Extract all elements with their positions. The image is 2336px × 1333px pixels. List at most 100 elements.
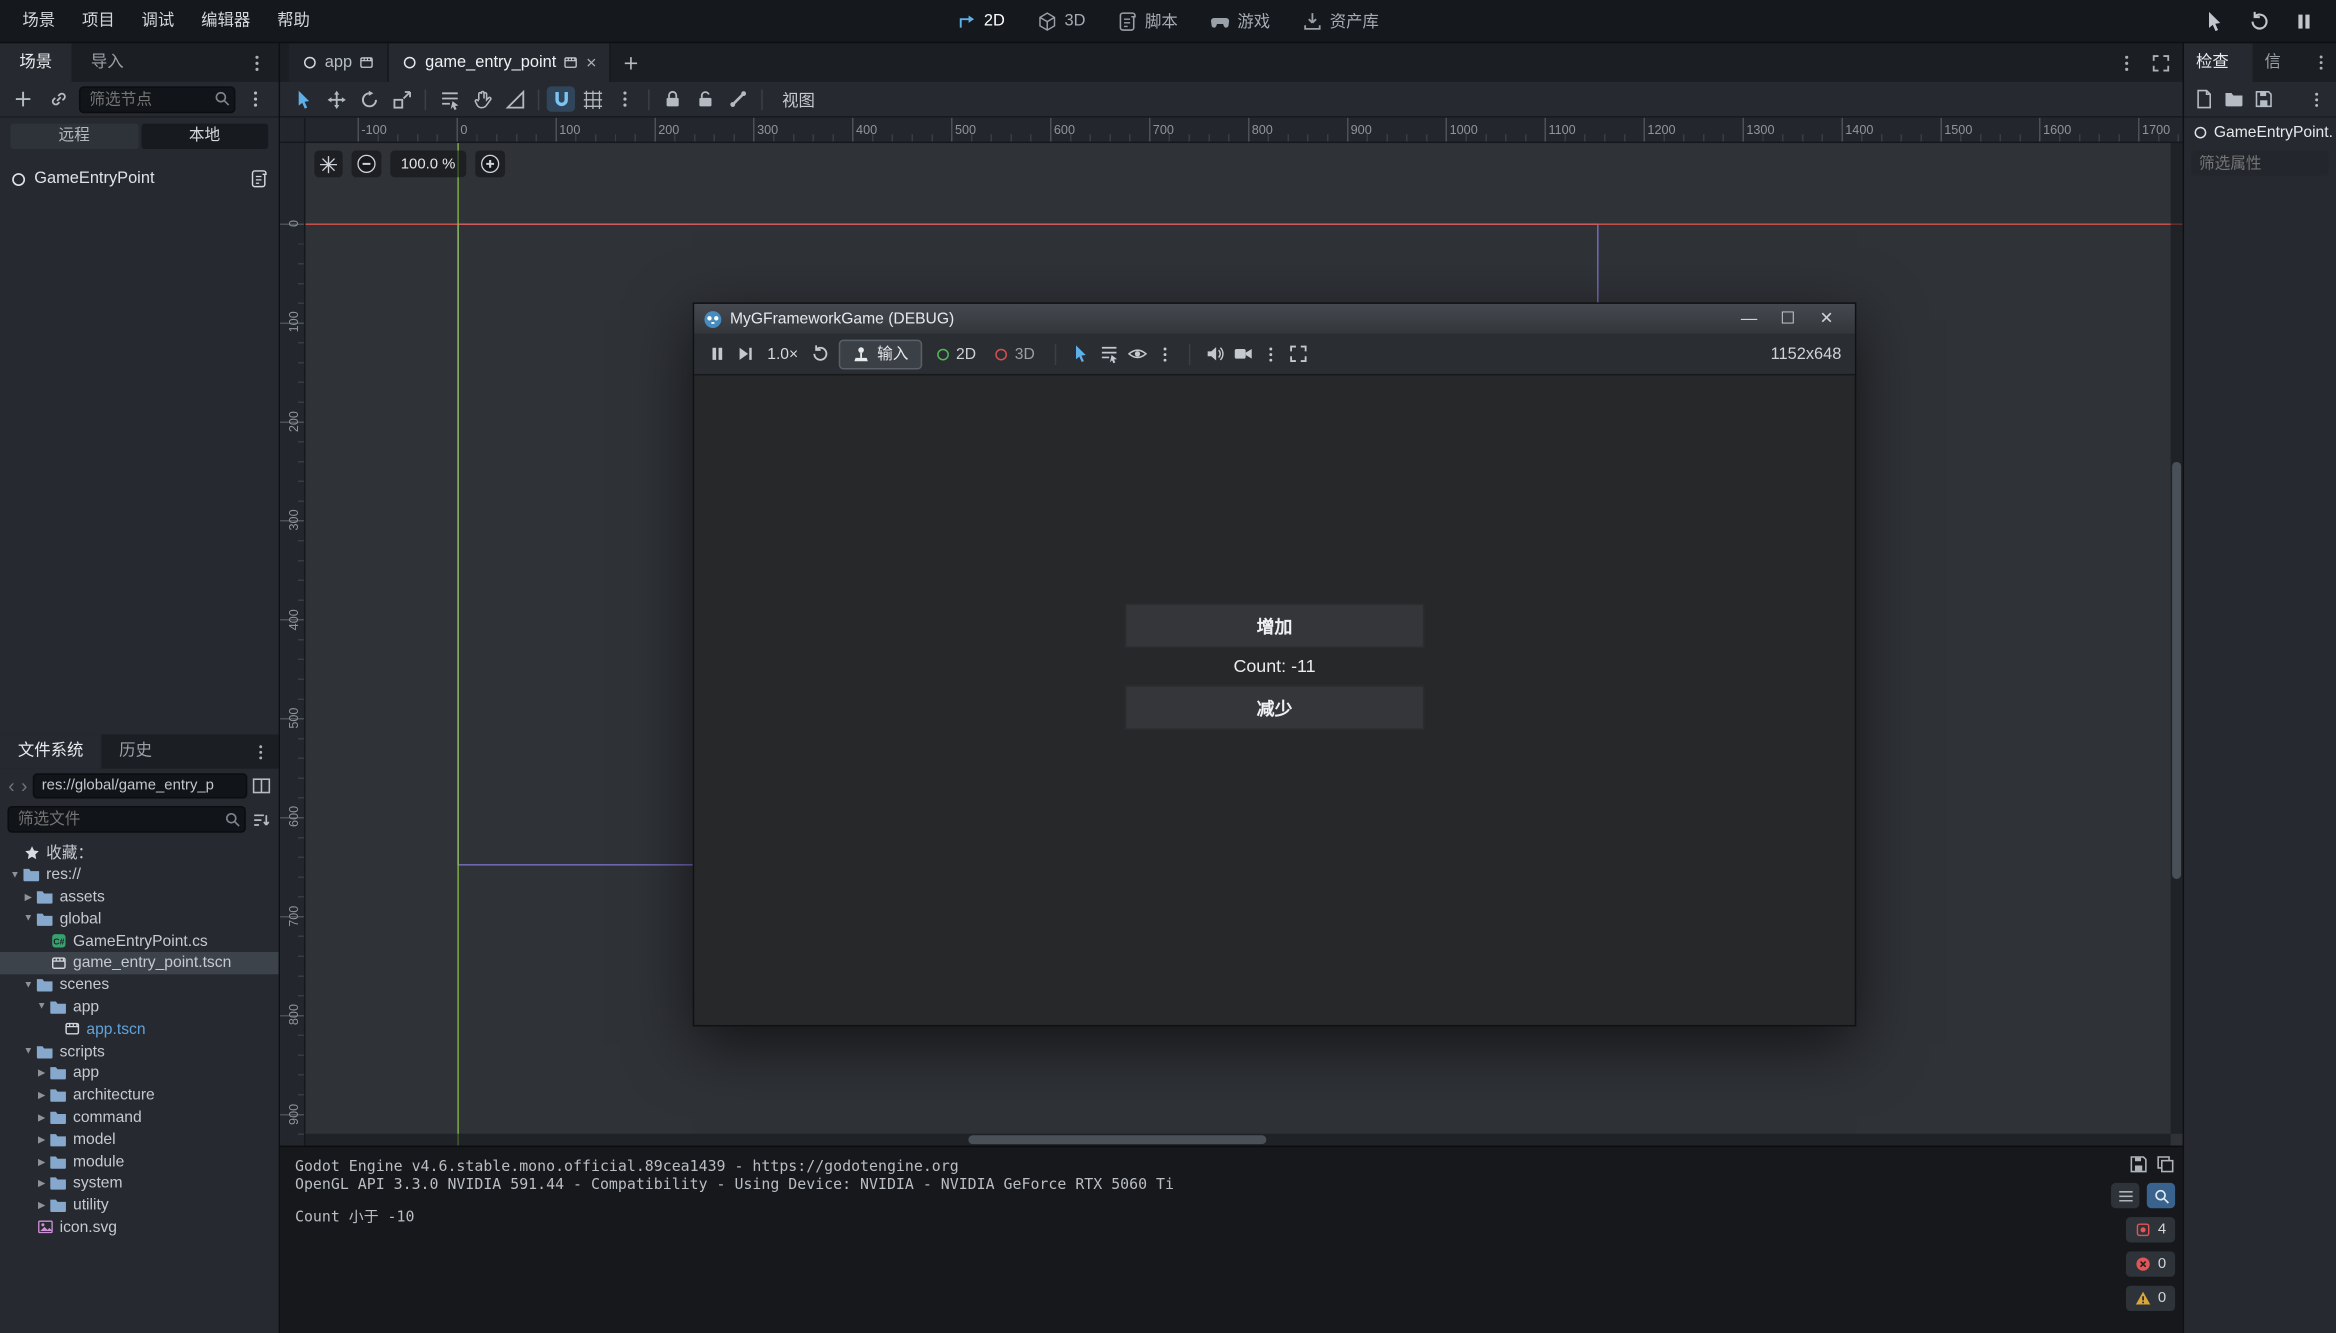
editor-2d-button[interactable]: 2D: [942, 4, 1020, 37]
pause-icon[interactable]: [2293, 10, 2315, 32]
output-search-icon[interactable]: [2147, 1183, 2175, 1208]
fs-item-icon-svg[interactable]: icon.svg: [0, 1216, 279, 1238]
distraction-free-icon[interactable]: [2151, 53, 2170, 72]
skeleton-bone-icon[interactable]: [723, 84, 754, 114]
fs-item-game-entry-point-tscn[interactable]: game_entry_point.tscn: [0, 952, 279, 974]
remote-tab[interactable]: 远程: [10, 124, 137, 149]
close-tab-icon[interactable]: ×: [586, 52, 596, 73]
tab-inspector[interactable]: 检查器: [2184, 43, 2253, 82]
chevron-down-icon[interactable]: ▼: [21, 1046, 36, 1056]
scale-tool-icon[interactable]: [386, 84, 417, 114]
editor-game-button[interactable]: 游戏: [1196, 4, 1285, 37]
scene-tab-game-entry-point[interactable]: game_entry_point ×: [389, 43, 611, 82]
inspector-menu-dots-icon[interactable]: [2308, 90, 2326, 108]
menu-editor[interactable]: 编辑器: [188, 0, 264, 42]
errors-badge[interactable]: 0: [2127, 1251, 2176, 1276]
warnings-badge[interactable]: 0: [2127, 1286, 2176, 1311]
fs-dock-menu-dots-icon[interactable]: [252, 743, 270, 761]
output-filter-list-icon[interactable]: [2111, 1183, 2139, 1208]
input-mode-button[interactable]: 输入: [838, 339, 921, 369]
fs-item-assets[interactable]: ▶ assets: [0, 886, 279, 908]
grid-snap-icon[interactable]: [577, 84, 608, 114]
move-tool-icon[interactable]: [320, 84, 351, 114]
horizontal-scrollbar[interactable]: [305, 1134, 2170, 1146]
list-select-icon[interactable]: [434, 84, 465, 114]
fs-item-module[interactable]: ▶ module: [0, 1150, 279, 1172]
maximize-button[interactable]: ☐: [1768, 304, 1807, 334]
fs-item-scripts[interactable]: ▼ scripts: [0, 1040, 279, 1062]
scrollbar-thumb[interactable]: [2172, 462, 2181, 879]
split-view-icon[interactable]: [252, 776, 271, 795]
increase-button[interactable]: 增加: [1125, 603, 1424, 648]
external-output-icon[interactable]: [2129, 1155, 2148, 1174]
zoom-level-label[interactable]: 100.0 %: [390, 150, 466, 177]
rotate-tool-icon[interactable]: [353, 84, 384, 114]
fs-item-system[interactable]: ▶ system: [0, 1172, 279, 1194]
close-button[interactable]: ✕: [1807, 304, 1846, 334]
chevron-down-icon[interactable]: ▼: [34, 1002, 49, 1012]
new-scene-tab-button[interactable]: [611, 43, 651, 82]
chevron-right-icon[interactable]: ▶: [34, 1089, 49, 1101]
chevron-right-icon[interactable]: ▶: [34, 1133, 49, 1145]
fs-item-architecture[interactable]: ▶ architecture: [0, 1084, 279, 1106]
menu-debug[interactable]: 调试: [128, 0, 188, 42]
chevron-right-icon[interactable]: ▶: [34, 1067, 49, 1079]
fs-item-gameentrypoint-cs[interactable]: GameEntryPoint.cs: [0, 930, 279, 952]
chevron-down-icon[interactable]: ▼: [21, 914, 36, 924]
chevron-down-icon[interactable]: ▼: [7, 870, 22, 880]
unlock-icon[interactable]: [690, 84, 721, 114]
nav-forward-button[interactable]: ›: [20, 771, 28, 801]
editor-assetlib-button[interactable]: 资产库: [1288, 4, 1394, 37]
reset-icon[interactable]: [810, 344, 829, 363]
menu-help[interactable]: 帮助: [264, 0, 324, 42]
nav-back-button[interactable]: ‹: [7, 771, 15, 801]
zoom-out-icon[interactable]: [352, 150, 382, 177]
inspected-node-row[interactable]: GameEntryPoint.: [2184, 118, 2336, 148]
instance-scene-link-icon[interactable]: [43, 84, 74, 114]
fullscreen-icon[interactable]: [1288, 344, 1307, 363]
fs-item-app-tscn[interactable]: app.tscn: [0, 1018, 279, 1040]
chevron-right-icon[interactable]: ▶: [21, 891, 36, 903]
select-tool-icon[interactable]: [288, 84, 319, 114]
game-select-tool-icon[interactable]: [1071, 344, 1090, 363]
menu-project[interactable]: 项目: [69, 0, 129, 42]
load-resource-folder-icon[interactable]: [2224, 89, 2243, 108]
save-resource-icon[interactable]: [2254, 89, 2273, 108]
add-node-button[interactable]: [7, 84, 38, 114]
lock-icon[interactable]: [657, 84, 688, 114]
visibility-eye-icon[interactable]: [1127, 344, 1146, 363]
minimize-button[interactable]: —: [1730, 304, 1769, 334]
scrollbar-thumb[interactable]: [968, 1135, 1266, 1144]
chevron-right-icon[interactable]: ▶: [34, 1177, 49, 1189]
tab-filesystem[interactable]: 文件系统: [0, 734, 101, 768]
scene-tree-root-node[interactable]: GameEntryPoint: [0, 165, 279, 192]
mode-2d-button[interactable]: 2D: [931, 345, 981, 363]
filter-files-input[interactable]: [7, 806, 245, 833]
editor-3d-button[interactable]: 3D: [1023, 4, 1101, 37]
fs-item-scripts-app[interactable]: ▶ app: [0, 1062, 279, 1084]
vertical-scrollbar[interactable]: [2171, 143, 2183, 1134]
tab-import-dock[interactable]: 导入: [72, 43, 144, 82]
chevron-down-icon[interactable]: ▼: [21, 980, 36, 990]
camera-override-icon[interactable]: [1233, 344, 1252, 363]
zoom-in-icon[interactable]: [475, 150, 505, 177]
fs-item-utility[interactable]: ▶ utility: [0, 1194, 279, 1216]
debugger-badge[interactable]: 4: [2127, 1217, 2176, 1242]
game-list-select-icon[interactable]: [1099, 344, 1118, 363]
menu-scene[interactable]: 场景: [9, 0, 69, 42]
game-options-dots-icon[interactable]: [1156, 345, 1174, 363]
chevron-right-icon[interactable]: ▶: [34, 1155, 49, 1167]
current-path-field[interactable]: [33, 773, 248, 798]
local-tab[interactable]: 本地: [141, 124, 268, 149]
chevron-right-icon[interactable]: ▶: [34, 1199, 49, 1211]
tab-list-dots-icon[interactable]: [2117, 53, 2136, 72]
time-scale-label[interactable]: 1.0×: [764, 345, 801, 363]
mode-3d-button[interactable]: 3D: [989, 345, 1039, 363]
filter-nodes-input[interactable]: [79, 86, 235, 113]
pan-tool-icon[interactable]: [466, 84, 497, 114]
restart-icon[interactable]: [2248, 10, 2270, 32]
snap-options-dots-icon[interactable]: [609, 84, 640, 114]
next-frame-icon[interactable]: [736, 344, 755, 363]
scene-tab-app[interactable]: app: [289, 43, 389, 82]
copy-output-icon[interactable]: [2156, 1155, 2175, 1174]
